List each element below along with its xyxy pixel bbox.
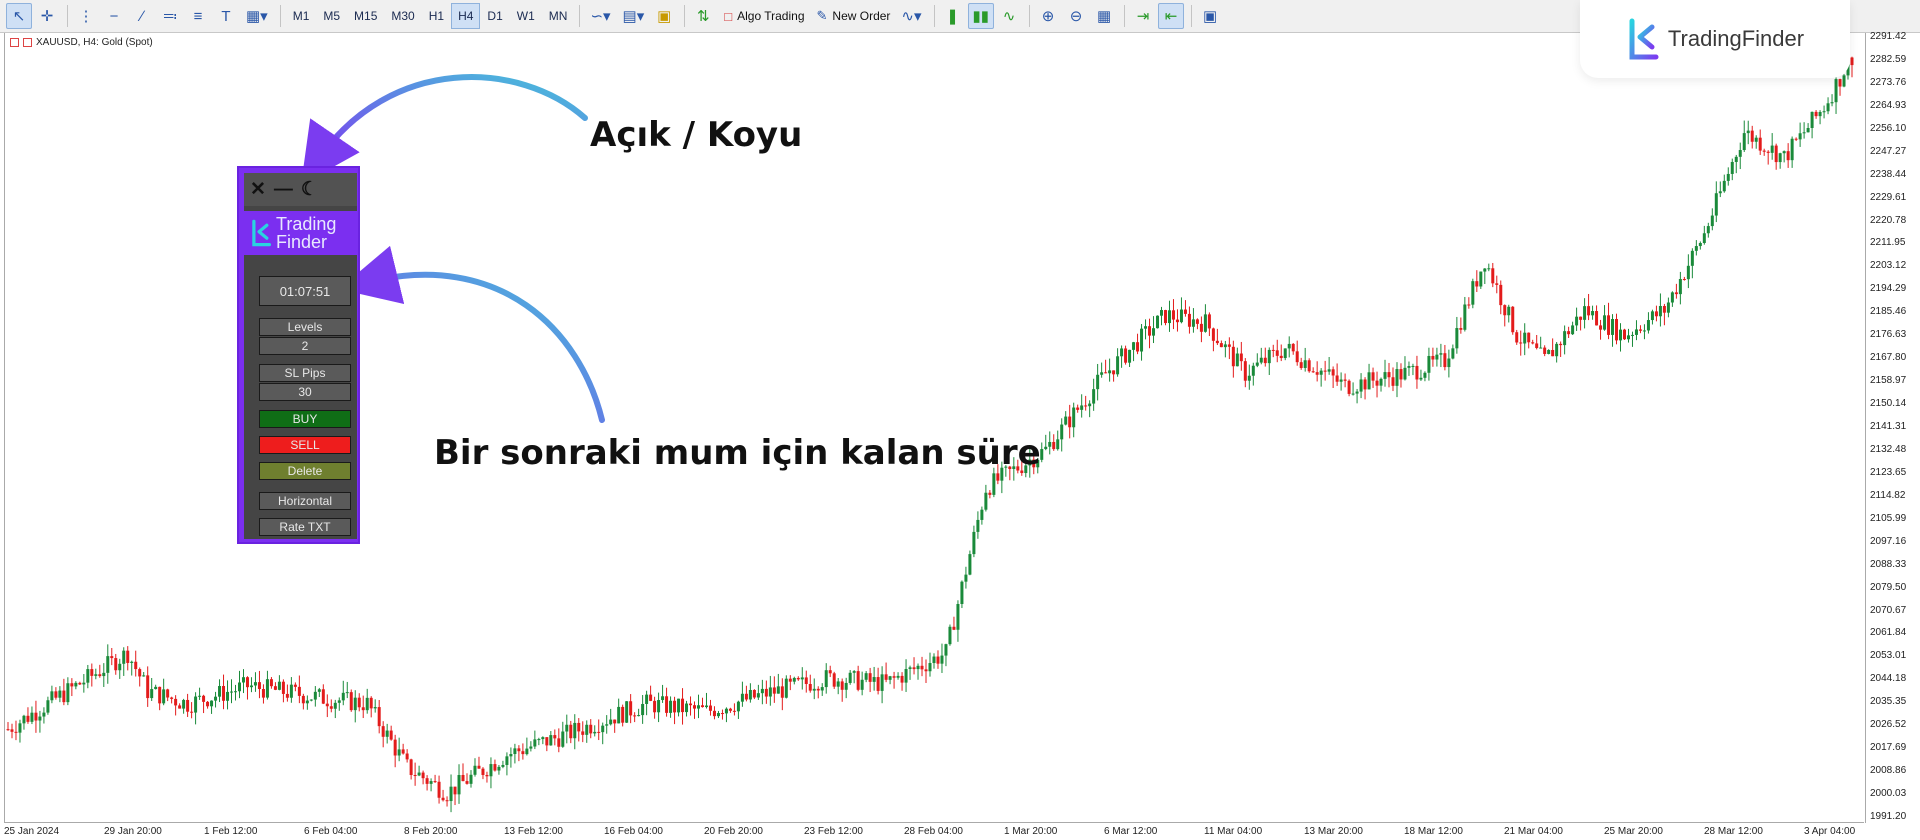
brand-line2: Finder: [276, 232, 328, 252]
trading-panel: ✕ — ☾ Trading Finder 01:07:51 Levels 2 S…: [237, 166, 360, 544]
sl-pips-input[interactable]: 30: [259, 383, 351, 401]
theme-annotation: Açık / Koyu: [590, 115, 803, 155]
panel-body: ✕ — ☾ Trading Finder 01:07:51 Levels 2 S…: [244, 173, 357, 539]
buy-button[interactable]: BUY: [259, 410, 351, 428]
theme-arrow: [301, 74, 588, 185]
candle-timer: 01:07:51: [259, 276, 351, 306]
sell-button[interactable]: SELL: [259, 436, 351, 454]
levels-label: Levels: [259, 318, 351, 336]
timer-arrow: [338, 245, 605, 423]
sl-pips-label: SL Pips: [259, 364, 351, 382]
panel-title-bar: ✕ — ☾: [244, 173, 357, 206]
timer-annotation: Bir sonraki mum için kalan süre: [434, 433, 1041, 473]
levels-input[interactable]: 2: [259, 337, 351, 355]
horizontal-button[interactable]: Horizontal: [259, 492, 351, 510]
delete-button[interactable]: Delete: [259, 462, 351, 480]
metatrader-window: ↖ ✛ ⋮ − ∕ ≕ ≡ T ▦▾ M1 M5 M15 M30 H1 H4 D…: [0, 0, 1920, 840]
minimize-icon[interactable]: —: [274, 179, 293, 201]
moon-icon[interactable]: ☾: [301, 178, 318, 201]
panel-brand: Trading Finder: [244, 211, 357, 255]
rate-txt-button[interactable]: Rate TXT: [259, 518, 351, 536]
panel-brand-text: Trading Finder: [276, 215, 336, 251]
panel-logo-icon: [252, 219, 272, 247]
brand-line1: Trading: [276, 214, 337, 234]
close-icon[interactable]: ✕: [250, 178, 266, 201]
